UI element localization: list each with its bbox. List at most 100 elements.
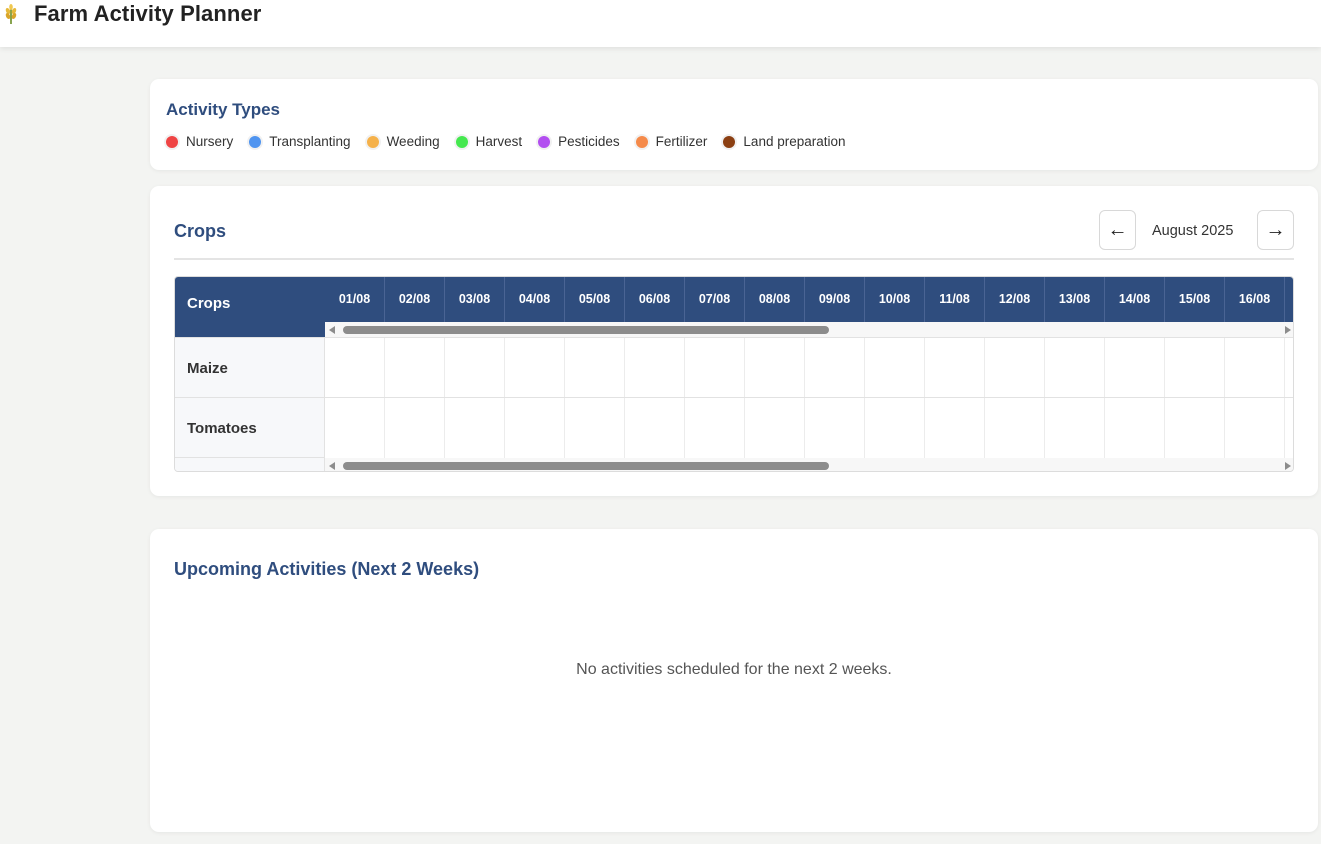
legend-label: Fertilizer <box>655 134 708 149</box>
legend-label: Transplanting <box>269 134 351 149</box>
legend-label: Nursery <box>186 134 234 149</box>
crops-card: Crops ← August 2025 → Crops Maize Tomato… <box>150 186 1318 496</box>
tomatoes-day-cells <box>325 397 1293 458</box>
legend-label: Pesticides <box>558 134 620 149</box>
date-column-header: 12/08 <box>985 277 1045 322</box>
day-cell[interactable] <box>445 338 505 398</box>
crop-row-tomatoes: Tomatoes <box>175 397 325 457</box>
legend-item-transplanting: Transplanting <box>249 134 351 149</box>
scroll-right-arrow-icon[interactable] <box>1285 462 1291 470</box>
date-column-header: 09/08 <box>805 277 865 322</box>
day-cell[interactable] <box>685 338 745 398</box>
date-column-header: 10/08 <box>865 277 925 322</box>
crops-title: Crops <box>174 221 227 241</box>
day-cell[interactable] <box>325 398 385 458</box>
day-cell[interactable] <box>625 338 685 398</box>
date-column-header: 14/08 <box>1105 277 1165 322</box>
color-dot-icon <box>635 135 648 148</box>
day-cell[interactable] <box>745 338 805 398</box>
bottom-horizontal-scrollbar[interactable] <box>325 458 1293 471</box>
day-cell[interactable] <box>385 338 445 398</box>
crop-name-column: Crops Maize Tomatoes <box>175 277 325 471</box>
legend-item-weeding: Weeding <box>366 134 440 149</box>
crop-calendar-grid: Crops Maize Tomatoes 01/08 02/08 03/08 04/0… <box>174 276 1294 472</box>
crop-column-footer <box>175 457 325 471</box>
day-cell[interactable] <box>565 338 625 398</box>
day-cell[interactable] <box>625 398 685 458</box>
date-column-header: 13/08 <box>1045 277 1105 322</box>
activity-types-card: Activity Types Nursery Transplanting Weedi… <box>150 79 1318 170</box>
day-cell[interactable] <box>505 398 565 458</box>
activity-types-title: Activity Types <box>166 100 281 119</box>
activity-legend: Nursery Transplanting Weeding Harvest Pestic… <box>166 134 862 149</box>
scroll-right-arrow-icon[interactable] <box>1285 326 1291 334</box>
current-month-label: August 2025 <box>1152 223 1234 239</box>
day-cell[interactable] <box>565 398 625 458</box>
day-cell[interactable] <box>1225 398 1285 458</box>
color-dot-icon <box>249 135 262 148</box>
color-dot-icon <box>455 135 468 148</box>
color-dot-icon <box>538 135 551 148</box>
day-cell[interactable] <box>1045 338 1105 398</box>
legend-item-pesticides: Pesticides <box>538 134 620 149</box>
date-header-row: 01/08 02/08 03/08 04/08 05/08 06/08 07/08 08/08… <box>325 277 1293 322</box>
divider <box>174 258 1294 260</box>
legend-item-fertilizer: Fertilizer <box>635 134 708 149</box>
date-column-header: 01/08 <box>325 277 385 322</box>
day-cell[interactable] <box>1165 398 1225 458</box>
date-column-header: 02/08 <box>385 277 445 322</box>
day-cell[interactable] <box>1105 398 1165 458</box>
date-column-header: 11/08 <box>925 277 985 322</box>
scroll-left-arrow-icon[interactable] <box>329 326 335 334</box>
crops-column-header: Crops <box>175 277 325 337</box>
day-cell[interactable] <box>985 338 1045 398</box>
upcoming-activities-card: Upcoming Activities (Next 2 Weeks) No ac… <box>150 529 1318 832</box>
legend-item-land-preparation: Land preparation <box>723 134 846 149</box>
day-cell[interactable] <box>1165 338 1225 398</box>
date-column-header: 03/08 <box>445 277 505 322</box>
scroll-left-arrow-icon[interactable] <box>329 462 335 470</box>
color-dot-icon <box>366 135 379 148</box>
day-cell[interactable] <box>325 338 385 398</box>
date-column-header: 05/08 <box>565 277 625 322</box>
day-cell[interactable] <box>1105 338 1165 398</box>
upcoming-activities-title: Upcoming Activities (Next 2 Weeks) <box>174 559 480 579</box>
wheat-icon <box>5 4 17 24</box>
day-cell[interactable] <box>925 338 985 398</box>
date-scroll-area[interactable]: 01/08 02/08 03/08 04/08 05/08 06/08 07/08 08/08… <box>325 277 1293 471</box>
app-title: Farm Activity Planner <box>34 1 262 26</box>
day-cell[interactable] <box>925 398 985 458</box>
day-cell[interactable] <box>805 338 865 398</box>
day-cell[interactable] <box>685 398 745 458</box>
day-cell[interactable] <box>865 398 925 458</box>
previous-month-button[interactable]: ← <box>1099 210 1136 250</box>
date-column-header: 16/08 <box>1225 277 1285 322</box>
date-column-header: 04/08 <box>505 277 565 322</box>
legend-item-harvest: Harvest <box>455 134 523 149</box>
day-cell[interactable] <box>745 398 805 458</box>
legend-item-nursery: Nursery <box>166 134 233 149</box>
day-cell[interactable] <box>1045 398 1105 458</box>
day-cell[interactable] <box>505 338 565 398</box>
date-column-header: 07/08 <box>685 277 745 322</box>
day-cell[interactable] <box>805 398 865 458</box>
next-month-button[interactable]: → <box>1257 210 1294 250</box>
top-bar: Farm Activity Planner <box>0 0 1321 47</box>
color-dot-icon <box>723 135 736 148</box>
day-cell[interactable] <box>985 398 1045 458</box>
scrollbar-thumb[interactable] <box>343 326 829 334</box>
crop-row-maize: Maize <box>175 337 325 397</box>
day-cell[interactable] <box>445 398 505 458</box>
date-column-header: 08/08 <box>745 277 805 322</box>
legend-label: Land preparation <box>743 134 846 149</box>
day-cell[interactable] <box>1225 338 1285 398</box>
legend-label: Weeding <box>386 134 440 149</box>
day-cell[interactable] <box>385 398 445 458</box>
color-dot-icon <box>166 135 178 148</box>
top-horizontal-scrollbar[interactable] <box>325 322 1293 337</box>
date-column-header: 06/08 <box>625 277 685 322</box>
empty-state-message: No activities scheduled for the next 2 w… <box>576 661 892 678</box>
day-cell[interactable] <box>865 338 925 398</box>
legend-label: Harvest <box>475 134 523 149</box>
scrollbar-thumb[interactable] <box>343 462 829 470</box>
